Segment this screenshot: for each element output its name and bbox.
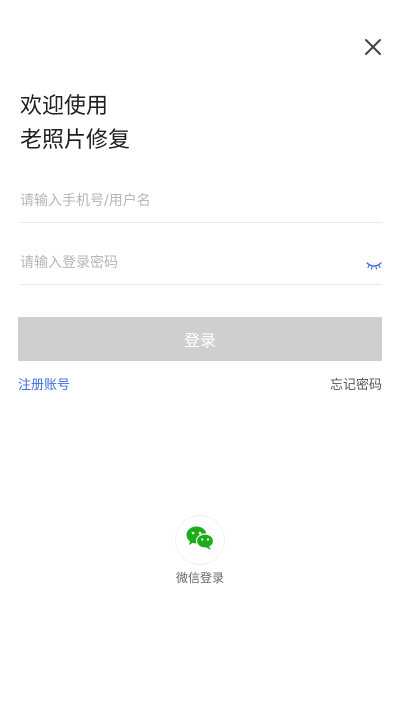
register-link[interactable]: 注册账号	[18, 374, 70, 393]
password-field[interactable]	[20, 244, 382, 285]
phone-input[interactable]	[20, 182, 382, 220]
wechat-login-label: 微信登录	[175, 571, 224, 585]
password-input[interactable]	[20, 244, 382, 282]
title-line-welcome: 欢迎使用	[20, 94, 109, 119]
login-button[interactable]: 登录	[18, 317, 382, 361]
phone-field[interactable]	[20, 182, 382, 223]
wechat-icon	[185, 525, 215, 555]
wechat-login-button[interactable]	[176, 516, 224, 564]
title-line-app-name: 老照片修复	[20, 128, 131, 153]
eye-closed-icon[interactable]	[366, 256, 382, 270]
forgot-password-link[interactable]: 忘记密码	[330, 374, 382, 393]
page-title: 欢迎使用 老照片修复	[20, 90, 130, 158]
close-icon[interactable]	[362, 36, 384, 58]
